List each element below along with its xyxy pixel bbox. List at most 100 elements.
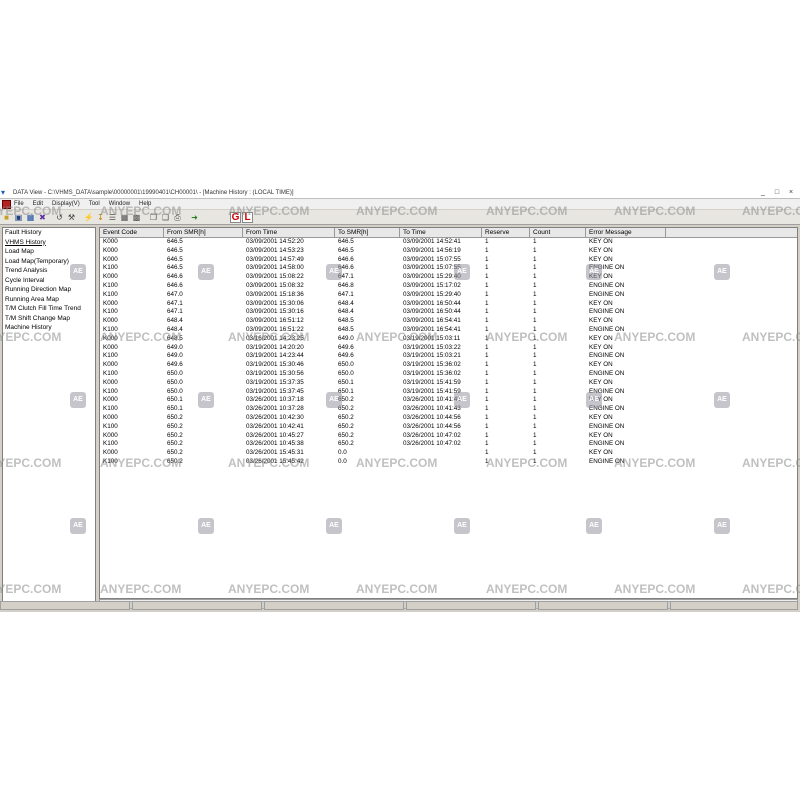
cell-reserve: 1 (485, 290, 489, 298)
menu-window[interactable]: Window (109, 201, 130, 207)
column-header-to-time[interactable]: To Time (400, 228, 482, 237)
menu-help[interactable]: Help (139, 201, 151, 207)
table-row[interactable]: K000 649.6 03/19/2001 15:30:46 650.0 03/19/2… (100, 361, 797, 370)
table-row[interactable]: K100 648.4 03/09/2001 16:51:22 648.5 03/09/2… (100, 326, 797, 335)
close-button[interactable]: × (784, 187, 798, 198)
cell-reserve: 1 (485, 299, 489, 307)
print-icon[interactable]: ⎙ (172, 212, 183, 223)
table-row[interactable]: K100 650.0 03/19/2001 15:37:45 650.1 03/19/2… (100, 388, 797, 397)
sidebar-item-fault-history[interactable]: Fault History (3, 228, 95, 238)
table-row[interactable]: K100 650.1 03/26/2001 10:37:28 650.2 03/26/2… (100, 405, 797, 414)
column-header-reserve[interactable]: Reserve (482, 228, 530, 237)
sidebar-item-running-area-map[interactable]: Running Area Map (3, 295, 95, 305)
table-icon[interactable]: ▦ (119, 212, 130, 223)
table-row[interactable]: K000 646.5 03/09/2001 14:52:20 646.5 03/09/2… (100, 238, 797, 247)
table-row[interactable]: K100 650.2 03/26/2001 10:42:41 650.2 03/26/2… (100, 423, 797, 432)
list-icon[interactable]: ☰ (107, 212, 118, 223)
menu-edit[interactable]: Edit (33, 201, 43, 207)
cell-event-code: K100 (103, 422, 118, 430)
gl-l-icon[interactable]: L (242, 211, 253, 223)
table-row[interactable]: K100 646.6 03/09/2001 15:08:32 646.8 03/09/2… (100, 282, 797, 291)
table-row[interactable]: K100 650.2 03/26/2001 10:45:38 650.2 03/26/2… (100, 440, 797, 449)
table-row[interactable]: K000 646.5 03/09/2001 14:53:23 646.5 03/09/2… (100, 247, 797, 256)
column-header-from-smr[interactable]: From SMR[h] (164, 228, 243, 237)
tool-icon[interactable]: ✖ (37, 212, 48, 223)
column-header-error-message[interactable]: Error Message (586, 228, 666, 237)
table-row[interactable]: K000 649.0 03/19/2001 14:20:20 649.6 03/19/2… (100, 344, 797, 353)
cell-from-time: 03/26/2001 15:45:31 (246, 449, 304, 457)
minimize-button[interactable]: _ (756, 187, 770, 198)
cell-from-time: 03/09/2001 16:51:12 (246, 317, 304, 325)
cell-count: 1 (533, 255, 537, 263)
table-row[interactable]: K000 650.2 03/26/2001 10:42:30 650.2 03/26/2… (100, 414, 797, 423)
cell-error-message: KEY ON (589, 431, 613, 439)
table-row[interactable]: K000 648.4 03/09/2001 16:51:12 648.5 03/09/2… (100, 317, 797, 326)
paste-icon[interactable]: ❏ (160, 212, 171, 223)
table-row[interactable]: K000 650.2 03/26/2001 15:45:31 0.0 1 1 KEY ON (100, 449, 797, 458)
table-row[interactable]: K000 648.5 03/16/2001 14:23:25 649.0 03/19/2… (100, 335, 797, 344)
sidebar-item-load-map[interactable]: Load Map (3, 247, 95, 257)
open-folder-icon[interactable]: ■ (1, 212, 12, 223)
table-row[interactable]: K100 649.0 03/19/2001 14:23:44 649.6 03/19/2… (100, 352, 797, 361)
cell-to-smr: 650.1 (338, 387, 354, 395)
lightning-icon[interactable]: ⚡ (83, 212, 94, 223)
cell-to-smr: 0.0 (338, 449, 347, 457)
table-row[interactable]: K000 647.1 03/09/2001 15:30:06 648.4 03/09/2… (100, 300, 797, 309)
cell-count: 1 (533, 440, 537, 448)
maximize-button[interactable]: □ (770, 187, 784, 198)
cell-from-time: 03/19/2001 14:20:20 (246, 343, 304, 351)
table-row[interactable]: K000 646.5 03/09/2001 14:57:49 646.6 03/09/2… (100, 256, 797, 265)
sidebar-item-running-direction-map[interactable]: Running Direction Map (3, 285, 95, 295)
save-icon[interactable]: ▣ (13, 212, 24, 223)
gl-g-icon[interactable]: G (230, 211, 241, 223)
cell-from-smr: 647.1 (167, 299, 183, 307)
table-row[interactable]: K100 647.0 03/09/2001 15:18:36 647.1 03/09/2… (100, 291, 797, 300)
cell-to-time: 03/09/2001 15:29:40 (403, 273, 461, 281)
table-header: Event Code From SMR[h] From Time To SMR[… (100, 228, 797, 238)
column-header-from-time[interactable]: From Time (243, 228, 335, 237)
column-header-event-code[interactable]: Event Code (100, 228, 164, 237)
chart-icon[interactable]: ▦ (25, 212, 36, 223)
cell-from-time: 03/26/2001 10:45:38 (246, 440, 304, 448)
menu-tool[interactable]: Tool (89, 201, 100, 207)
import-icon[interactable]: ↺ (54, 212, 65, 223)
cell-count: 1 (533, 352, 537, 360)
cell-to-time: 03/09/2001 15:07:55 (403, 255, 461, 263)
table-row[interactable]: K000 650.1 03/26/2001 10:37:18 650.2 03/26/2… (100, 396, 797, 405)
sidebar-item-tm-shift-change-map[interactable]: T/M Shift Change Map (3, 314, 95, 324)
table-row[interactable]: K100 647.1 03/09/2001 15:30:16 648.4 03/09/2… (100, 308, 797, 317)
sidebar-item-cycle-interval[interactable]: Cycle Interval (3, 276, 95, 286)
menu-file[interactable]: File (14, 201, 24, 207)
copy-icon[interactable]: ❐ (148, 212, 159, 223)
column-header-count[interactable]: Count (530, 228, 586, 237)
cell-from-smr: 649.6 (167, 361, 183, 369)
sidebar-item-machine-history[interactable]: Machine History (3, 323, 95, 333)
sidebar-item-vhms-history[interactable]: VHMS History (3, 238, 95, 248)
sidebar-item-trend-analysis[interactable]: Trend Analysis (3, 266, 95, 276)
table-row[interactable]: K100 650.2 03/26/2001 15:45:42 0.0 1 1 ENGINE … (100, 458, 797, 467)
column-header-to-smr[interactable]: To SMR[h] (335, 228, 400, 237)
cell-count: 1 (533, 325, 537, 333)
table-row[interactable]: K000 650.0 03/19/2001 15:37:35 650.1 03/19/2… (100, 379, 797, 388)
status-pane (132, 601, 262, 610)
cell-error-message: KEY ON (589, 238, 613, 245)
cell-to-time: 03/26/2001 10:41:43 (403, 405, 461, 413)
cell-from-smr: 650.1 (167, 396, 183, 404)
export-icon[interactable]: ↧ (95, 212, 106, 223)
sidebar-item-tm-clutch-fill-time-trend[interactable]: T/M Clutch Fill Time Trend (3, 304, 95, 314)
table-row[interactable]: K100 646.5 03/09/2001 14:58:00 646.6 03/09/2… (100, 264, 797, 273)
exit-icon[interactable]: ➜ (189, 212, 200, 223)
sidebar-item-load-map-temporary[interactable]: Load Map(Temporary) (3, 257, 95, 267)
cell-event-code: K000 (103, 396, 118, 404)
cell-from-time: 03/19/2001 14:23:44 (246, 352, 304, 360)
cell-count: 1 (533, 405, 537, 413)
grid-icon[interactable]: ▩ (131, 212, 142, 223)
menu-display[interactable]: Display(V) (52, 201, 80, 207)
wrench-icon[interactable]: ⚒ (66, 212, 77, 223)
table-row[interactable]: K100 650.0 03/19/2001 15:30:56 650.0 03/19/2… (100, 370, 797, 379)
app-icon: ▾ (1, 188, 6, 197)
title-bar[interactable]: ▾ DATA View - C:\VHMS_DATA\sample\000000… (0, 187, 800, 199)
table-row[interactable]: K000 646.6 03/09/2001 15:08:22 647.1 03/09/2… (100, 273, 797, 282)
document-icon[interactable] (2, 199, 11, 209)
table-row[interactable]: K000 650.2 03/26/2001 10:45:27 650.2 03/26/2… (100, 432, 797, 441)
